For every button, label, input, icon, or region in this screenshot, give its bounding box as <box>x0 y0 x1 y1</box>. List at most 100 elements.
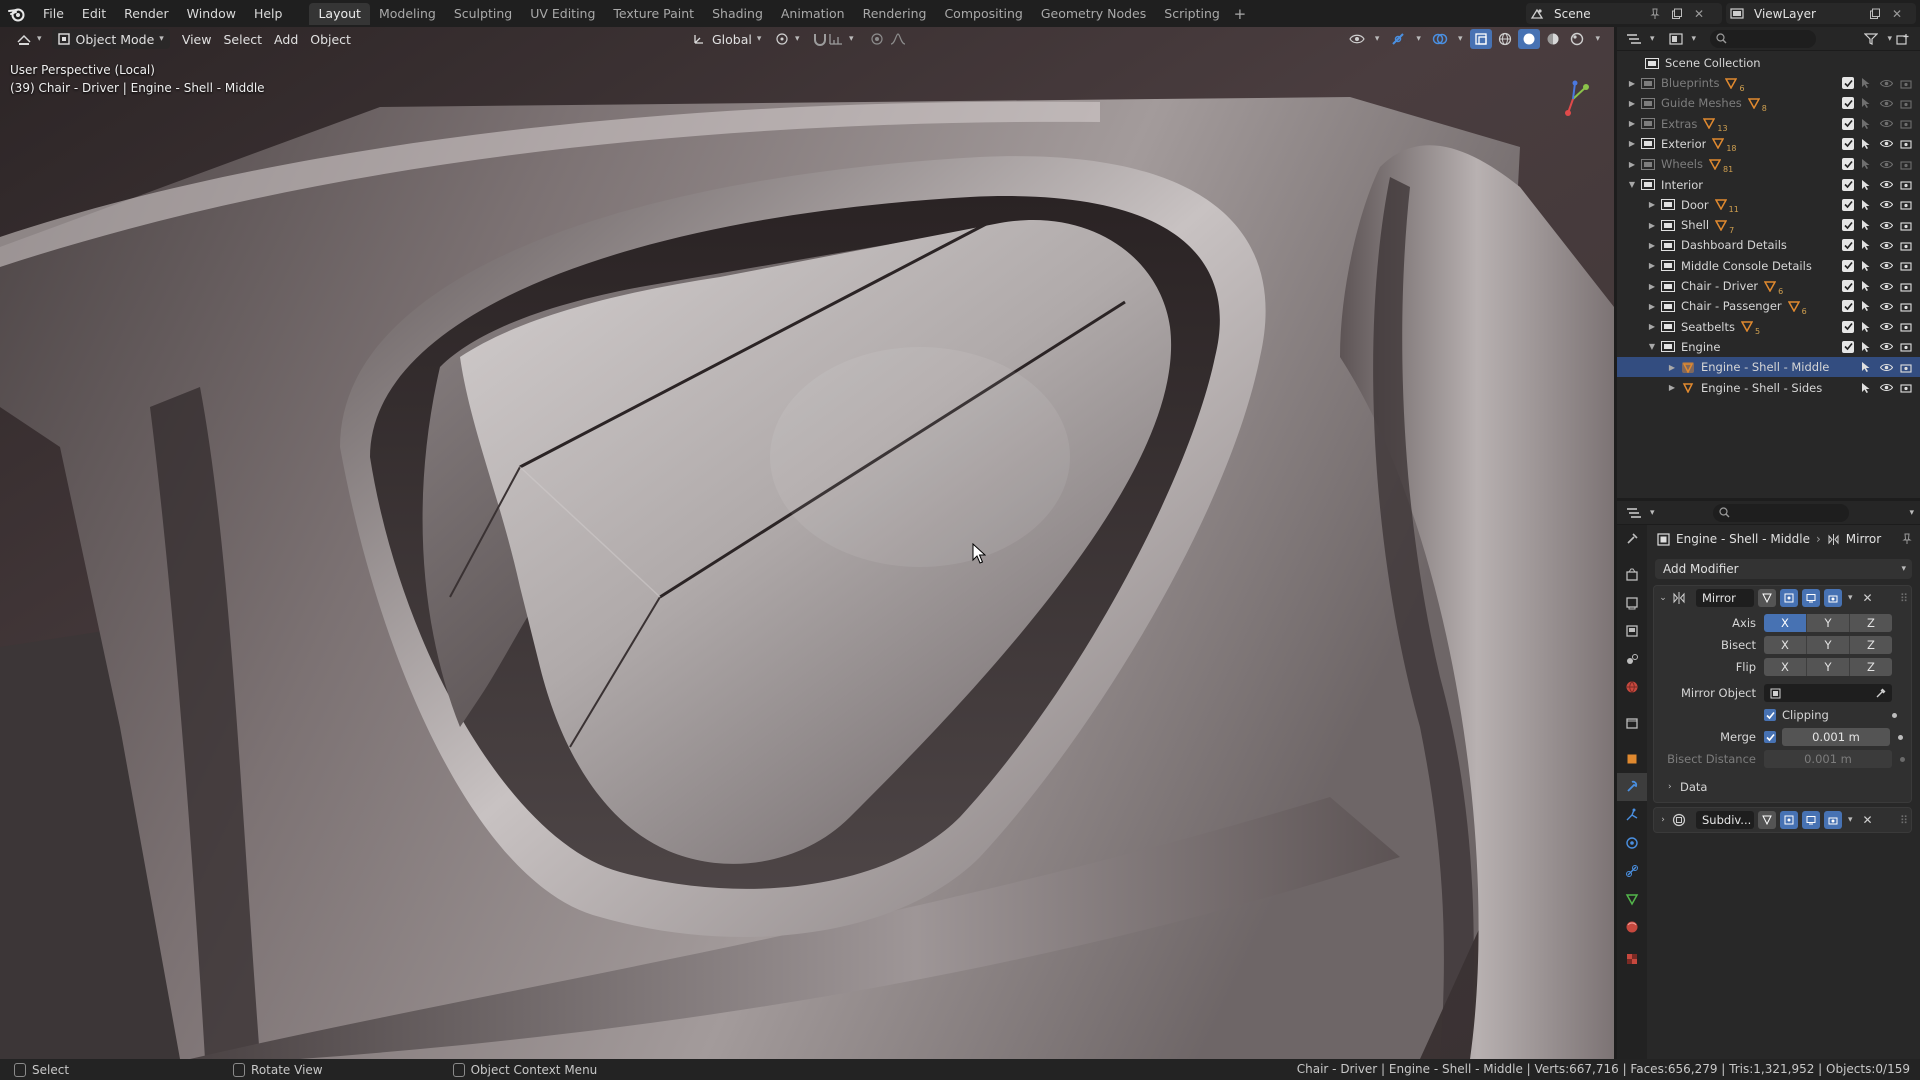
edit-mode-toggle-icon[interactable] <box>1780 811 1798 829</box>
proportional-editing-toggle[interactable] <box>864 29 912 49</box>
editor-type-button[interactable]: ▾ <box>10 29 48 49</box>
tab-geometry-nodes[interactable]: Geometry Nodes <box>1032 3 1155 25</box>
hide-in-viewport-eye-icon[interactable] <box>1878 116 1894 132</box>
keyframe-dot-icon[interactable] <box>1892 712 1897 718</box>
viewport-menu-add[interactable]: Add <box>268 29 304 49</box>
disable-in-renders-camera-icon[interactable] <box>1898 95 1914 111</box>
keyframe-dot-icon[interactable] <box>1898 734 1903 740</box>
tab-layout[interactable]: Layout <box>309 2 370 25</box>
hide-in-viewport-eye-icon[interactable] <box>1878 278 1894 294</box>
viewport-menu-view[interactable]: View <box>176 29 218 49</box>
outliner-row-seatbelts[interactable]: ▶ Seatbelts 5 <box>1617 317 1920 337</box>
menu-render[interactable]: Render <box>115 0 178 27</box>
scene-collection-row[interactable]: Scene Collection <box>1617 53 1920 73</box>
expand-triangle-icon[interactable]: ▶ <box>1647 282 1657 291</box>
mirror-modifier-name-field[interactable]: Mirror <box>1696 589 1754 607</box>
flip-z-toggle[interactable]: Z <box>1850 658 1892 676</box>
outliner-row-extras[interactable]: ▶ Extras 13 <box>1617 114 1920 134</box>
selectable-arrow-icon[interactable] <box>1858 237 1874 253</box>
selectable-arrow-icon[interactable] <box>1858 319 1874 335</box>
selectable-arrow-icon[interactable] <box>1858 197 1874 213</box>
selectable-arrow-icon[interactable] <box>1858 95 1874 111</box>
remove-modifier-icon[interactable]: ✕ <box>1863 591 1873 605</box>
expand-triangle-icon[interactable]: ▶ <box>1647 322 1657 331</box>
pivot-point-dropdown[interactable]: ▾ <box>768 29 806 49</box>
exclude-checkbox[interactable] <box>1842 300 1854 313</box>
rendered-shading-icon[interactable] <box>1566 29 1588 49</box>
hide-in-viewport-eye-icon[interactable] <box>1878 298 1894 314</box>
exclude-checkbox[interactable] <box>1842 97 1854 110</box>
tab-sculpting[interactable]: Sculpting <box>445 3 521 25</box>
eyedropper-icon[interactable] <box>1875 688 1886 699</box>
new-collection-icon[interactable] <box>1892 28 1914 49</box>
outliner-row-chair-passenger[interactable]: ▶ Chair - Passenger 6 <box>1617 296 1920 316</box>
axis-z-toggle[interactable]: Z <box>1850 614 1892 632</box>
modifiers-tab-icon[interactable] <box>1617 773 1647 801</box>
axis-y-toggle[interactable]: Y <box>1807 614 1850 632</box>
expand-triangle-icon[interactable]: ▶ <box>1627 99 1637 108</box>
hide-in-viewport-eye-icon[interactable] <box>1878 136 1894 152</box>
delete-view-layer-icon[interactable]: ✕ <box>1886 3 1908 24</box>
exclude-checkbox[interactable] <box>1842 198 1854 211</box>
render-tab-icon[interactable] <box>1617 561 1647 589</box>
exclude-checkbox[interactable] <box>1842 178 1854 191</box>
on-cage-toggle-icon[interactable] <box>1758 589 1776 607</box>
exclude-checkbox[interactable] <box>1842 137 1854 150</box>
add-modifier-dropdown[interactable]: Add Modifier ▾ <box>1655 559 1912 579</box>
exclude-checkbox[interactable] <box>1842 219 1854 232</box>
snap-toggle[interactable]: ▾ <box>806 29 860 49</box>
expand-triangle-icon[interactable]: ▶ <box>1647 241 1657 250</box>
selectable-arrow-icon[interactable] <box>1858 136 1874 152</box>
expand-triangle-icon[interactable]: ▶ <box>1647 261 1657 270</box>
solid-shading-icon[interactable] <box>1518 29 1541 49</box>
disable-in-renders-camera-icon[interactable] <box>1898 380 1914 396</box>
disable-in-renders-camera-icon[interactable] <box>1898 156 1914 172</box>
world-tab-icon[interactable] <box>1617 673 1647 701</box>
viewport-menu-select[interactable]: Select <box>217 29 268 49</box>
outliner-row-chair-driver[interactable]: ▶ Chair - Driver 6 <box>1617 276 1920 296</box>
material-tab-icon[interactable] <box>1617 913 1647 941</box>
disable-in-renders-camera-icon[interactable] <box>1898 237 1914 253</box>
disable-in-renders-camera-icon[interactable] <box>1898 278 1914 294</box>
selectable-arrow-icon[interactable] <box>1858 217 1874 233</box>
disable-in-renders-camera-icon[interactable] <box>1898 177 1914 193</box>
flip-y-toggle[interactable]: Y <box>1807 658 1850 676</box>
output-tab-icon[interactable] <box>1617 589 1647 617</box>
outliner-row-engine-shell-sides[interactable]: ▶ Engine - Shell - Sides <box>1617 378 1920 398</box>
collapse-triangle-icon[interactable]: ▼ <box>1627 180 1637 189</box>
selectable-arrow-icon[interactable] <box>1858 298 1874 314</box>
physics-tab-icon[interactable] <box>1617 829 1647 857</box>
3d-viewport[interactable]: ▾ Object Mode ▾ View Select Add Object Glob… <box>0 27 1614 1059</box>
expand-triangle-icon[interactable]: ▶ <box>1627 139 1637 148</box>
tab-scripting[interactable]: Scripting <box>1155 3 1229 25</box>
properties-search-input[interactable] <box>1712 503 1849 522</box>
scene-tab-icon[interactable] <box>1617 645 1647 673</box>
overlays-toggle-icon[interactable] <box>1429 29 1451 49</box>
bisect-y-toggle[interactable]: Y <box>1807 636 1850 654</box>
selectable-arrow-icon[interactable] <box>1858 359 1874 375</box>
object-mode-dropdown[interactable]: Object Mode ▾ <box>51 29 170 49</box>
expand-triangle-icon[interactable]: ▶ <box>1667 383 1677 392</box>
exclude-checkbox[interactable] <box>1842 280 1854 292</box>
tab-shading[interactable]: Shading <box>703 3 772 25</box>
disable-in-renders-camera-icon[interactable] <box>1898 197 1914 213</box>
selectable-arrow-icon[interactable] <box>1858 278 1874 294</box>
hide-in-viewport-eye-icon[interactable] <box>1878 258 1894 274</box>
menu-edit[interactable]: Edit <box>73 0 115 27</box>
hide-in-viewport-eye-icon[interactable] <box>1878 359 1894 375</box>
outliner-row-shell[interactable]: ▶ Shell 7 <box>1617 215 1920 235</box>
hide-in-viewport-eye-icon[interactable] <box>1878 237 1894 253</box>
particles-tab-icon[interactable] <box>1617 801 1647 829</box>
hide-in-viewport-eye-icon[interactable] <box>1878 177 1894 193</box>
properties-editor-type-icon[interactable] <box>1623 502 1645 523</box>
disable-in-renders-camera-icon[interactable] <box>1898 258 1914 274</box>
data-tab-icon[interactable] <box>1617 885 1647 913</box>
view-layer-selector[interactable]: ViewLayer ✕ <box>1726 3 1916 24</box>
pin-icon[interactable] <box>1902 533 1912 545</box>
mirror-object-field[interactable] <box>1764 684 1892 702</box>
disable-in-renders-camera-icon[interactable] <box>1898 319 1914 335</box>
hide-in-viewport-eye-icon[interactable] <box>1878 217 1894 233</box>
subdivision-modifier-name-field[interactable]: Subdiv... <box>1696 811 1754 829</box>
merge-checkbox[interactable] <box>1764 731 1776 743</box>
add-workspace-icon[interactable]: + <box>1229 5 1251 23</box>
